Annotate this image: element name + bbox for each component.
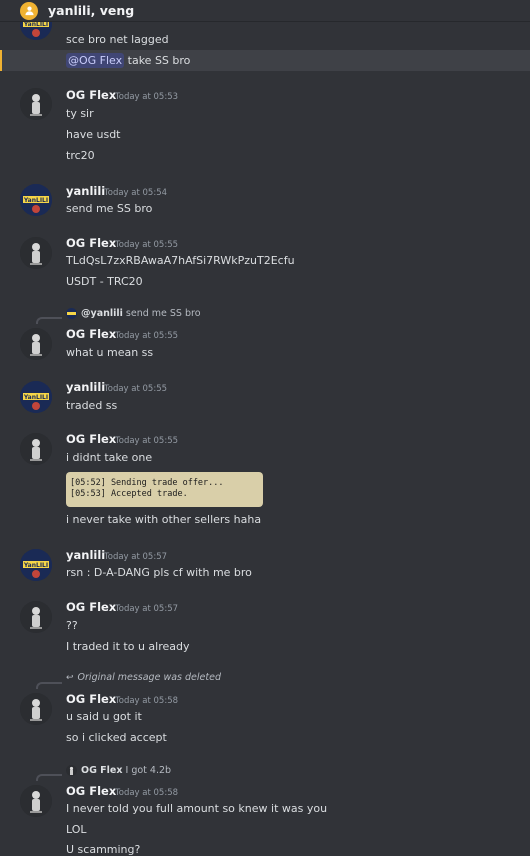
- reply-avatar: [66, 308, 77, 319]
- reply-text: send me SS bro: [125, 308, 201, 319]
- message-line: sce bro net lagged: [66, 33, 169, 46]
- reply-preview[interactable]: OG Flex I got 4.2b: [66, 765, 171, 776]
- message-line: USDT - TRC20: [66, 275, 143, 288]
- message-line: rsn : D-A-DANG pls cf with me bro: [66, 566, 252, 579]
- author-name[interactable]: OG Flex: [66, 88, 116, 102]
- avatar[interactable]: [20, 785, 52, 817]
- author-name[interactable]: yanlili: [66, 380, 105, 394]
- reply-arrow-icon: ↩: [66, 672, 74, 683]
- reply-author: @yanlili: [81, 308, 123, 319]
- reply-author: OG Flex: [81, 765, 123, 776]
- author-name[interactable]: OG Flex: [66, 432, 116, 446]
- attachment-line: [05:52] Sending trade offer...: [70, 478, 224, 488]
- author-name[interactable]: yanlili: [66, 184, 105, 198]
- svg-text:YanLILI: YanLILI: [23, 394, 48, 401]
- author-name[interactable]: OG Flex: [66, 600, 116, 614]
- message-line: U scamming?: [66, 843, 141, 856]
- user-mention[interactable]: @OG Flex: [66, 53, 125, 68]
- author-name[interactable]: OG Flex: [66, 327, 116, 341]
- message-line: ty sir: [66, 107, 94, 120]
- message-line: what u mean ss: [66, 346, 154, 359]
- timestamp: Today at 05:54: [104, 188, 168, 198]
- avatar[interactable]: [20, 601, 52, 633]
- avatar[interactable]: YanLILI: [20, 381, 52, 413]
- attachment-line: [05:53] Accepted trade.: [70, 489, 188, 499]
- channel-title[interactable]: yanlili, veng: [48, 3, 134, 18]
- message-line: send me SS bro: [66, 202, 153, 215]
- message-line: ??: [66, 619, 78, 632]
- message-line: I traded it to u already: [66, 640, 190, 653]
- avatar[interactable]: [20, 693, 52, 725]
- message-line: trc20: [66, 149, 95, 162]
- message-line: TLdQsL7zxRBAwaA7hAfSi7RWkPzuT2Ecfu: [66, 254, 295, 267]
- message-list[interactable]: YanLILI sce bro net lagged @OG Flex take…: [0, 22, 530, 856]
- svg-text:YanLILI: YanLILI: [23, 197, 48, 204]
- author-name[interactable]: OG Flex: [66, 236, 116, 250]
- message-line: traded ss: [66, 399, 118, 412]
- channel-header: yanlili, veng: [0, 0, 530, 22]
- group-dm-icon: [20, 1, 38, 20]
- message-line: LOL: [66, 823, 87, 836]
- message-line: i never take with other sellers haha: [66, 513, 262, 526]
- timestamp: Today at 05:55: [115, 331, 179, 341]
- screenshot-attachment[interactable]: [05:52] Sending trade offer... [05:53] A…: [66, 472, 263, 507]
- timestamp: Today at 05:55: [104, 384, 168, 394]
- message-line: have usdt: [66, 128, 121, 141]
- avatar[interactable]: [20, 88, 52, 120]
- avatar[interactable]: [20, 328, 52, 360]
- author-name[interactable]: OG Flex: [66, 784, 116, 798]
- reply-spine: [36, 774, 62, 781]
- message-line: i didnt take one: [66, 451, 153, 464]
- reply-avatar: [66, 765, 77, 776]
- avatar[interactable]: YanLILI: [20, 549, 52, 581]
- reply-spine: [36, 682, 62, 689]
- avatar[interactable]: [20, 433, 52, 465]
- message-line: @OG Flex take SS bro: [66, 53, 191, 68]
- reply-text: Original message was deleted: [77, 672, 221, 683]
- message-line: I never told you full amount so knew it …: [66, 802, 328, 815]
- author-name[interactable]: OG Flex: [66, 692, 116, 706]
- timestamp: Today at 05:53: [115, 92, 179, 102]
- timestamp: Today at 05:57: [115, 604, 179, 614]
- timestamp: Today at 05:55: [115, 240, 179, 250]
- svg-text:YanLILI: YanLILI: [23, 22, 48, 28]
- timestamp: Today at 05:55: [115, 436, 179, 446]
- svg-text:YanLILI: YanLILI: [23, 562, 48, 569]
- reply-preview[interactable]: @yanlili send me SS bro: [66, 308, 201, 319]
- timestamp: Today at 05:57: [104, 552, 168, 562]
- avatar[interactable]: [20, 237, 52, 269]
- timestamp: Today at 05:58: [115, 696, 179, 706]
- message-line: u said u got it: [66, 710, 142, 723]
- author-name[interactable]: yanlili: [66, 548, 105, 562]
- avatar[interactable]: YanLILI: [20, 184, 52, 216]
- timestamp: Today at 05:58: [115, 788, 179, 798]
- avatar[interactable]: YanLILI: [20, 22, 52, 40]
- reply-preview[interactable]: ↩ Original message was deleted: [66, 672, 221, 683]
- message-line: so i clicked accept: [66, 731, 167, 744]
- reply-text: I got 4.2b: [125, 765, 172, 776]
- reply-spine: [36, 317, 62, 324]
